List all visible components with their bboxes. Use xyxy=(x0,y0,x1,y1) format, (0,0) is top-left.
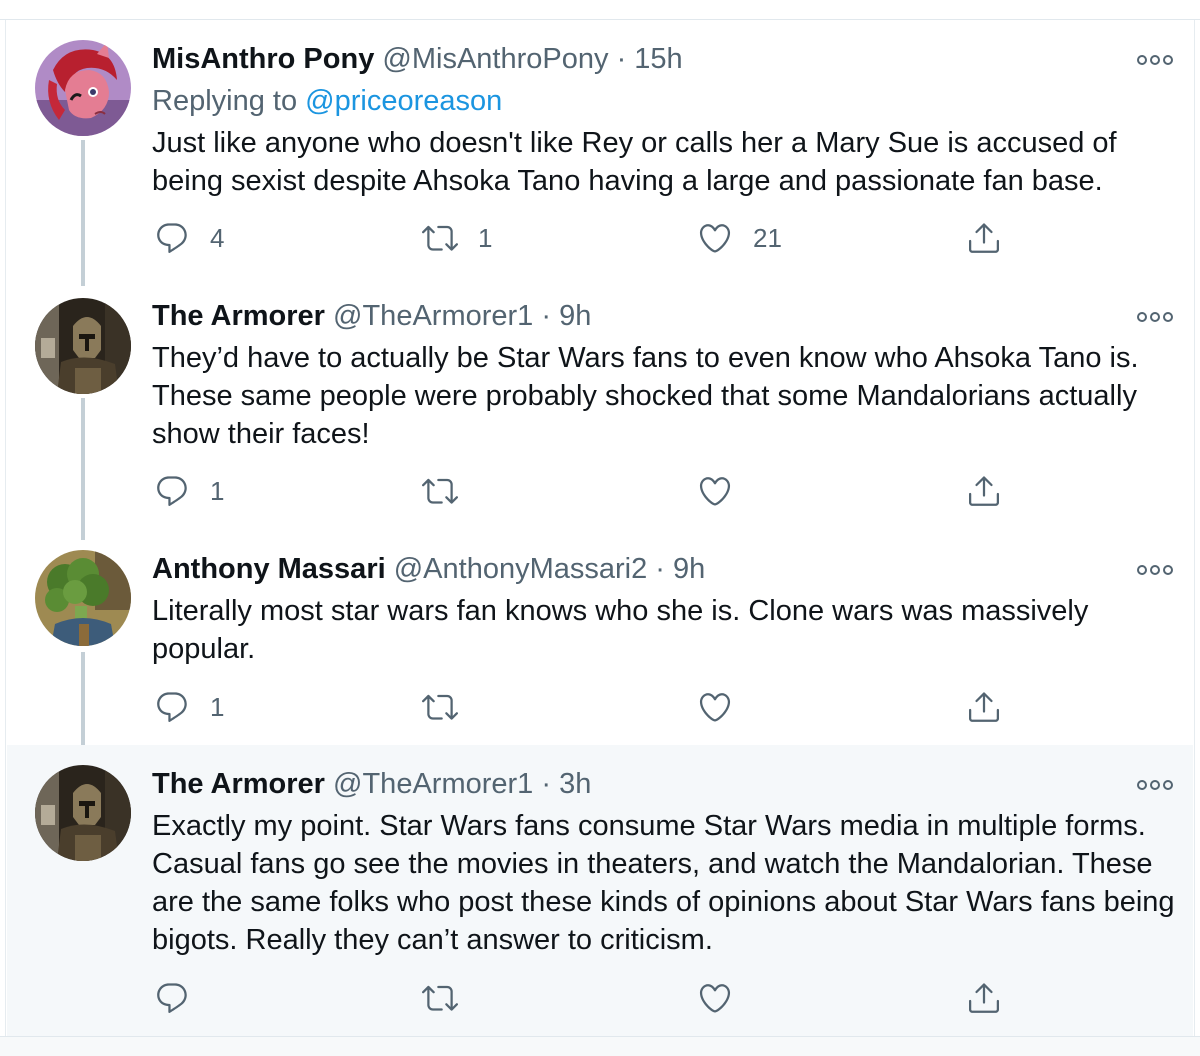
reply-button[interactable] xyxy=(154,978,190,1018)
tweet[interactable]: MisAnthro Pony @MisAnthroPony · 15h Repl… xyxy=(7,21,1193,279)
armorer-avatar-icon xyxy=(35,298,131,394)
like-button[interactable] xyxy=(697,978,733,1018)
user-handle[interactable]: @TheArmorer1 xyxy=(333,300,533,332)
retweet-button[interactable] xyxy=(422,978,458,1018)
reply-button[interactable]: 1 xyxy=(154,471,224,511)
display-name[interactable]: The Armorer xyxy=(152,768,325,800)
reply-icon xyxy=(154,220,190,256)
tweet-header: The Armorer @TheArmorer1 · 3h xyxy=(152,767,591,801)
retweet-button[interactable]: 1 xyxy=(422,218,492,258)
share-icon xyxy=(966,473,1002,509)
reply-count: 1 xyxy=(210,691,225,722)
reply-button[interactable]: 4 xyxy=(154,218,224,258)
tweet-text: Just like anyone who doesn't like Rey or… xyxy=(152,127,1117,197)
tweet-text: Literally most star wars fan knows who s… xyxy=(152,595,1089,665)
action-bar: 4 1 21 xyxy=(152,218,1052,258)
reply-icon xyxy=(154,689,190,725)
display-name[interactable]: The Armorer xyxy=(152,300,325,332)
share-button[interactable] xyxy=(966,687,1002,727)
replying-prefix: Replying to xyxy=(152,85,306,117)
heart-icon xyxy=(697,220,733,256)
display-name[interactable]: MisAnthro Pony xyxy=(152,43,374,75)
avatar[interactable] xyxy=(35,550,131,646)
like-count: 21 xyxy=(753,222,782,253)
reply-icon xyxy=(154,980,190,1016)
mention-link[interactable]: @priceoreason xyxy=(305,85,502,117)
separator-dot: · xyxy=(616,43,627,75)
user-handle[interactable]: @TheArmorer1 xyxy=(333,768,533,800)
more-icon[interactable] xyxy=(1137,50,1173,70)
separator-dot: · xyxy=(655,553,665,585)
reply-count: 1 xyxy=(210,475,225,506)
more-icon[interactable] xyxy=(1137,560,1173,580)
tweet[interactable]: Anthony Massari @AnthonyMassari2 · 9h Li… xyxy=(7,531,1193,745)
avatar[interactable] xyxy=(35,765,131,861)
tweet-text: They’d have to actually be Star Wars fan… xyxy=(152,342,1139,450)
reply-icon xyxy=(154,473,190,509)
tweet-header: The Armorer @TheArmorer1 · 9h xyxy=(152,299,591,333)
reply-button[interactable]: 1 xyxy=(154,687,224,727)
more-icon[interactable] xyxy=(1137,307,1173,327)
display-name[interactable]: Anthony Massari xyxy=(152,553,386,585)
tweet-header: MisAnthro Pony @MisAnthroPony · 15h xyxy=(152,42,683,76)
timestamp[interactable]: 15h xyxy=(634,43,682,75)
action-bar: 1 xyxy=(152,471,1052,511)
left-edge xyxy=(0,20,6,1056)
retweet-icon xyxy=(422,689,458,725)
retweet-button[interactable] xyxy=(422,687,458,727)
top-edge xyxy=(0,0,1200,20)
action-bar xyxy=(152,978,1052,1018)
heart-icon xyxy=(697,473,733,509)
broccoli-avatar-icon xyxy=(35,550,131,646)
timestamp[interactable]: 9h xyxy=(559,300,591,332)
avatar[interactable] xyxy=(35,40,131,136)
separator-dot: · xyxy=(541,768,552,800)
like-button[interactable] xyxy=(697,471,733,511)
bottom-edge xyxy=(0,1036,1200,1056)
right-edge xyxy=(1194,20,1200,1056)
like-button[interactable]: 21 xyxy=(697,218,782,258)
retweet-button[interactable] xyxy=(422,471,458,511)
share-button[interactable] xyxy=(966,218,1002,258)
tweet-header: Anthony Massari @AnthonyMassari2 · 9h xyxy=(152,552,705,586)
retweet-icon xyxy=(422,473,458,509)
reply-count: 4 xyxy=(210,222,225,253)
share-button[interactable] xyxy=(966,471,1002,511)
like-button[interactable] xyxy=(697,687,733,727)
user-handle[interactable]: @MisAnthroPony xyxy=(382,43,608,75)
timestamp[interactable]: 3h xyxy=(559,768,591,800)
tweet[interactable]: The Armorer @TheArmorer1 · 9h They’d hav… xyxy=(7,279,1193,531)
retweet-icon xyxy=(422,980,458,1016)
share-icon xyxy=(966,689,1002,725)
share-icon xyxy=(966,980,1002,1016)
replying-to: Replying to @priceoreason xyxy=(152,84,502,118)
separator-dot: · xyxy=(541,300,552,332)
timestamp[interactable]: 9h xyxy=(673,553,705,585)
share-button[interactable] xyxy=(966,978,1002,1018)
tweet-text: Exactly my point. Star Wars fans consume… xyxy=(152,810,1175,956)
tweet-focused[interactable]: The Armorer @TheArmorer1 · 3h Exactly my… xyxy=(7,745,1193,1036)
action-bar: 1 xyxy=(152,687,1052,727)
share-icon xyxy=(966,220,1002,256)
armorer-avatar-icon xyxy=(35,765,131,861)
pony-avatar-icon xyxy=(35,40,131,136)
retweet-count: 1 xyxy=(478,222,493,253)
more-icon[interactable] xyxy=(1137,775,1173,795)
retweet-icon xyxy=(422,220,458,256)
user-handle[interactable]: @AnthonyMassari2 xyxy=(394,553,648,585)
heart-icon xyxy=(697,689,733,725)
heart-icon xyxy=(697,980,733,1016)
avatar[interactable] xyxy=(35,298,131,394)
